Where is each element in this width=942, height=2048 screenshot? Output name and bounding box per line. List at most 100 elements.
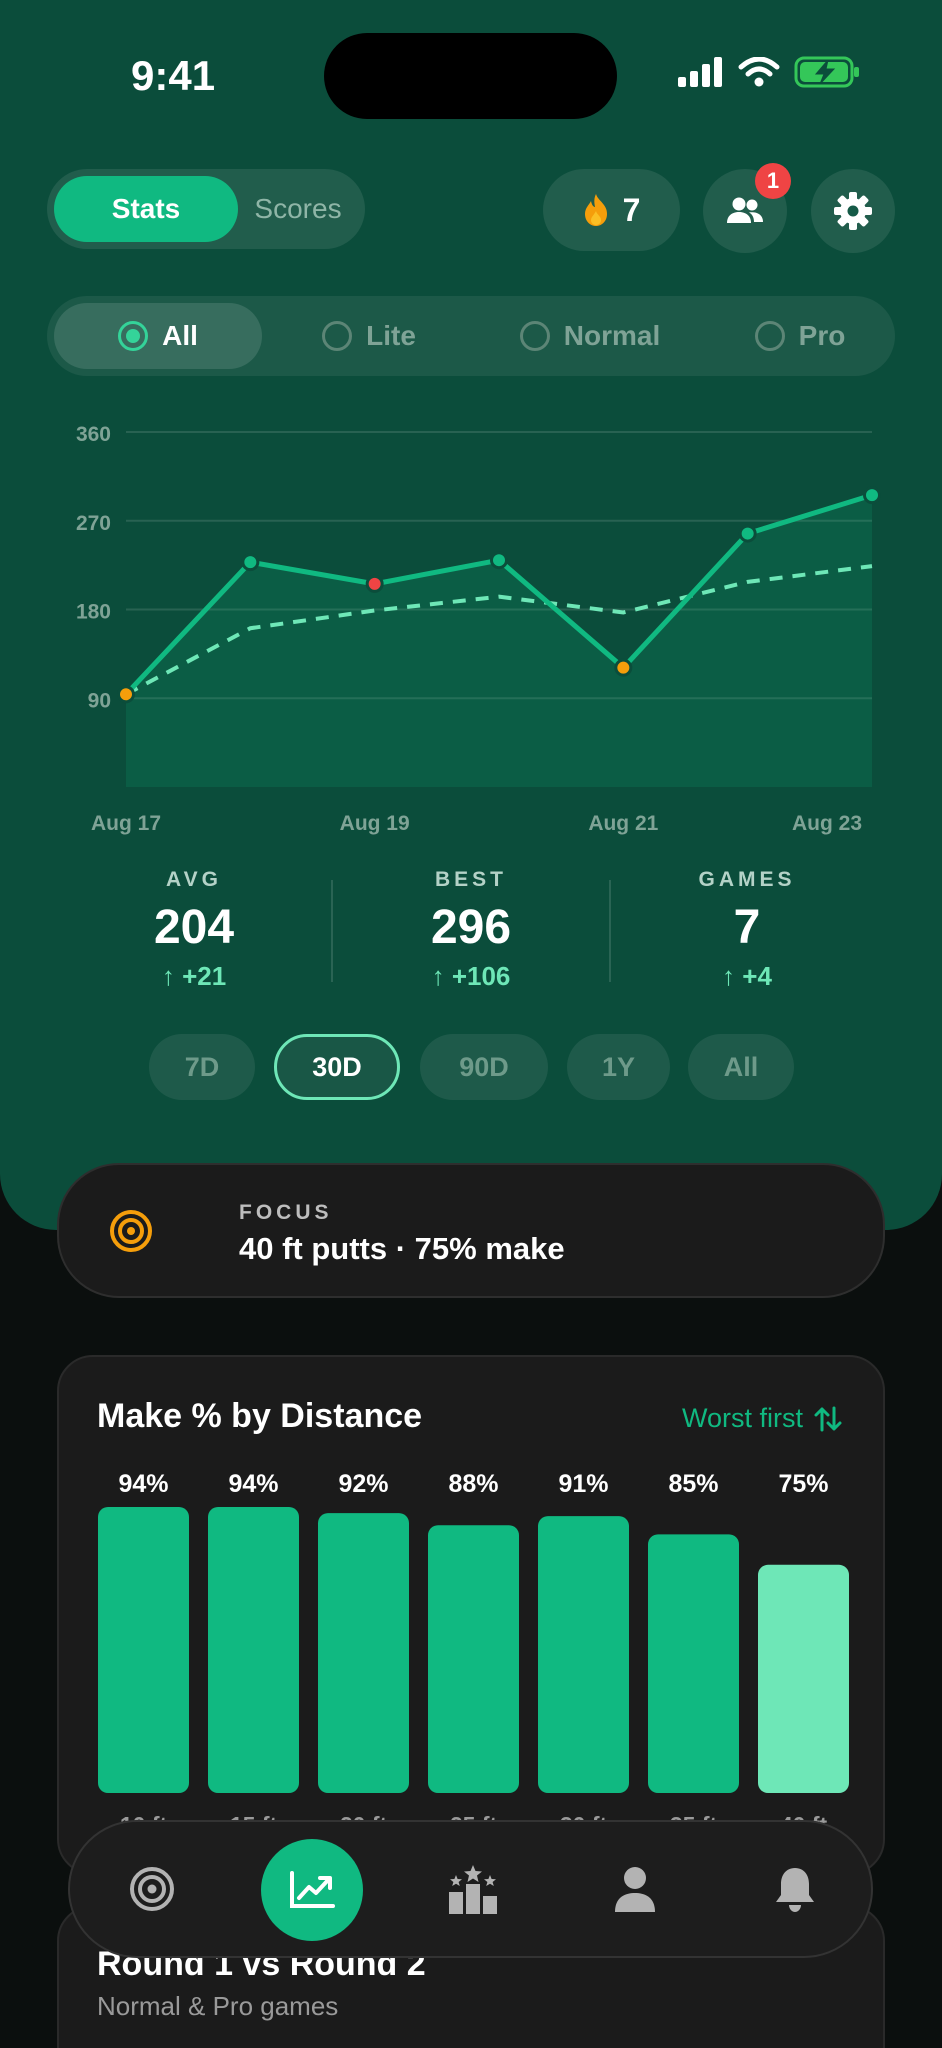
divider bbox=[609, 880, 611, 982]
flame-icon bbox=[584, 194, 607, 226]
radio-icon bbox=[519, 321, 550, 351]
distance-bar-chart: 94%10 ft94%15 ft92%20 ft88%25 ft91%30 ft… bbox=[98, 1470, 849, 1838]
nav-profile[interactable] bbox=[575, 1822, 695, 1956]
distance-bar bbox=[758, 1564, 849, 1793]
friends-icon bbox=[727, 197, 763, 223]
data-point bbox=[490, 551, 508, 570]
range-1y[interactable]: 1Y bbox=[567, 1034, 670, 1100]
streak-count: 7 bbox=[622, 191, 641, 228]
bell-icon bbox=[776, 1868, 814, 1912]
range-30d[interactable]: 30D bbox=[274, 1034, 400, 1100]
range-all[interactable]: All bbox=[688, 1034, 794, 1100]
focus-text: 40 ft putts · 75% make bbox=[239, 1231, 565, 1266]
focus-label: FOCUS bbox=[239, 1201, 333, 1224]
radio-icon bbox=[754, 321, 785, 351]
arrow-up-icon: ↑ bbox=[161, 961, 183, 991]
x-tick-label: Aug 19 bbox=[340, 812, 410, 835]
divider bbox=[331, 880, 333, 982]
filter-normal[interactable]: Normal bbox=[475, 303, 705, 369]
filter-pro-label: Pro bbox=[798, 320, 846, 351]
stat-avg-label: AVG bbox=[166, 868, 222, 891]
distance-bar bbox=[208, 1507, 299, 1793]
signal-icon bbox=[678, 57, 722, 87]
battery-charging-icon bbox=[794, 56, 859, 88]
status-icons bbox=[678, 56, 860, 88]
nav-stats[interactable] bbox=[261, 1839, 363, 1941]
distance-bar bbox=[318, 1513, 409, 1793]
filter-pro[interactable]: Pro bbox=[711, 303, 889, 369]
stat-avg: AVG 204 ↑ +21 bbox=[74, 868, 314, 992]
bar-value-label: 94% bbox=[228, 1470, 278, 1498]
nav-leaderboard[interactable] bbox=[413, 1822, 533, 1956]
stat-games: GAMES 7 ↑ +4 bbox=[627, 868, 867, 992]
data-point bbox=[738, 524, 757, 543]
radio-icon bbox=[322, 321, 353, 351]
bar-value-label: 85% bbox=[668, 1470, 718, 1498]
data-point bbox=[241, 553, 260, 572]
gear-icon bbox=[834, 192, 872, 230]
distance-bar bbox=[538, 1516, 629, 1793]
filter-all-label: All bbox=[162, 320, 198, 351]
round-card-subtitle: Normal & Pro games bbox=[97, 1991, 339, 2021]
stat-avg-delta-value: +21 bbox=[182, 961, 227, 991]
stat-best-label: BEST bbox=[434, 868, 507, 891]
y-tick-label: 270 bbox=[76, 512, 111, 535]
data-point bbox=[614, 658, 633, 677]
view-toggle: Stats Scores bbox=[47, 169, 365, 249]
x-tick-label: Aug 23 bbox=[792, 812, 862, 835]
profile-icon bbox=[615, 1867, 655, 1912]
range-90d[interactable]: 90D bbox=[420, 1034, 548, 1100]
nav-practice[interactable] bbox=[92, 1822, 212, 1956]
y-tick-label: 180 bbox=[76, 601, 111, 624]
range-7d[interactable]: 7D bbox=[149, 1034, 255, 1100]
wifi-icon bbox=[738, 57, 780, 87]
target-icon bbox=[130, 1867, 174, 1911]
bar-value-label: 94% bbox=[118, 1470, 168, 1498]
y-tick-label: 90 bbox=[88, 689, 111, 712]
distance-bar bbox=[648, 1534, 739, 1793]
stat-best-delta: ↑ +106 bbox=[351, 961, 591, 992]
friends-button[interactable]: 1 bbox=[703, 163, 791, 253]
stat-best-delta-value: +106 bbox=[451, 961, 511, 991]
bar-value-label: 88% bbox=[448, 1470, 498, 1498]
score-trend-chart: 90 270 180 360 Aug 17 Aug 19 Aug 21 Aug 23 bbox=[76, 423, 881, 835]
arrow-up-icon: ↑ bbox=[722, 961, 743, 991]
filter-normal-label: Normal bbox=[563, 320, 661, 351]
dynamic-island bbox=[324, 33, 617, 119]
tab-scores[interactable]: Scores bbox=[238, 176, 358, 242]
x-tick-label: Aug 17 bbox=[91, 812, 161, 835]
focus-card[interactable]: FOCUS 40 ft putts · 75% make bbox=[57, 1163, 885, 1298]
bar-value-label: 91% bbox=[558, 1470, 608, 1498]
data-point bbox=[117, 685, 135, 704]
y-tick-label: 360 bbox=[76, 423, 111, 446]
distance-bar bbox=[98, 1507, 189, 1793]
game-mode-filter: All Lite Normal Pro bbox=[47, 296, 895, 376]
stat-games-label: GAMES bbox=[698, 868, 796, 891]
data-point bbox=[863, 486, 881, 505]
stat-games-delta-value: +4 bbox=[742, 961, 772, 991]
data-point bbox=[365, 574, 384, 593]
distance-bar bbox=[428, 1525, 519, 1793]
stat-best-value: 296 bbox=[430, 901, 512, 954]
stat-games-value: 7 bbox=[733, 901, 761, 954]
tab-stats[interactable]: Stats bbox=[54, 176, 238, 242]
settings-button[interactable] bbox=[811, 169, 895, 253]
stat-games-delta: ↑ +4 bbox=[627, 961, 867, 992]
leaderboard-icon bbox=[449, 1865, 497, 1914]
stat-avg-value: 204 bbox=[153, 901, 235, 954]
bar-value-label: 92% bbox=[338, 1470, 388, 1498]
filter-lite[interactable]: Lite bbox=[269, 303, 469, 369]
filter-all[interactable]: All bbox=[54, 303, 262, 369]
bar-value-label: 75% bbox=[778, 1470, 828, 1498]
nav-notifications[interactable] bbox=[735, 1822, 855, 1956]
make-by-distance-card: Make % by Distance Worst first 94%10 ft9… bbox=[57, 1355, 885, 1875]
streak-button[interactable]: 7 bbox=[543, 169, 680, 251]
x-tick-label: Aug 21 bbox=[588, 812, 658, 835]
stat-best: BEST 296 ↑ +106 bbox=[351, 868, 591, 992]
series-area bbox=[126, 495, 872, 787]
radio-icon bbox=[118, 321, 149, 351]
notification-badge: 1 bbox=[755, 163, 791, 199]
status-time: 9:41 bbox=[131, 52, 216, 99]
arrow-up-icon: ↑ bbox=[431, 961, 452, 991]
filter-lite-label: Lite bbox=[366, 320, 416, 351]
